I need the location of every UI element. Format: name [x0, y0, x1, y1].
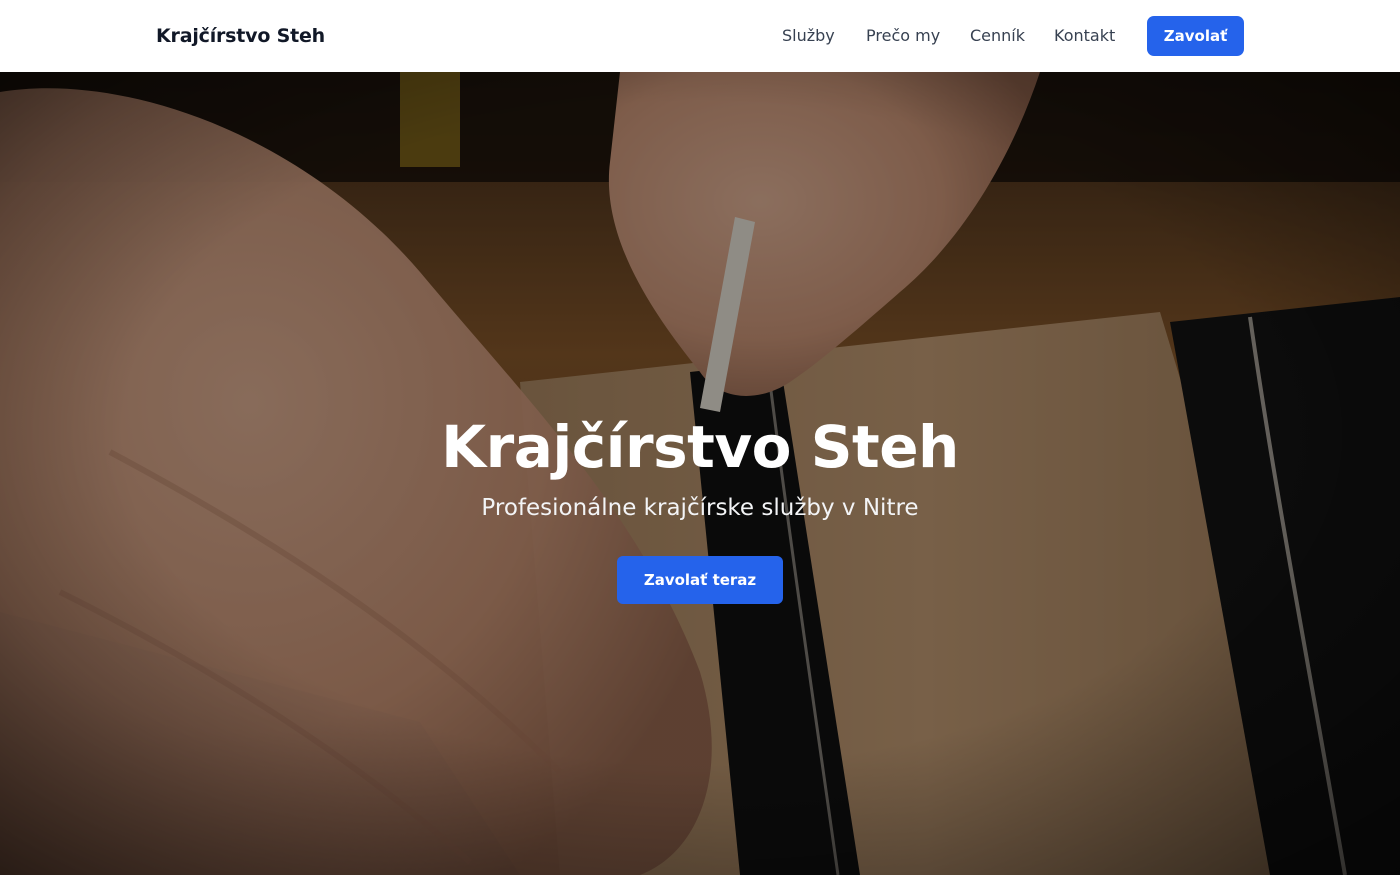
nav-link-sluzby[interactable]: Služby — [782, 26, 835, 46]
nav-link-kontakt[interactable]: Kontakt — [1054, 26, 1115, 46]
call-button[interactable]: Zavolať — [1147, 16, 1244, 56]
nav-link-cennik[interactable]: Cenník — [970, 26, 1025, 46]
nav-link-preco-my[interactable]: Prečo my — [866, 26, 940, 46]
site-header: Krajčírstvo Steh Služby Prečo my Cenník … — [0, 0, 1400, 72]
hero-title: Krajčírstvo Steh — [441, 413, 959, 481]
hero-section: Krajčírstvo Steh Profesionálne krajčírsk… — [0, 72, 1400, 875]
call-now-button[interactable]: Zavolať teraz — [617, 556, 783, 604]
hero-subtitle: Profesionálne krajčírske služby v Nitre — [481, 495, 919, 521]
